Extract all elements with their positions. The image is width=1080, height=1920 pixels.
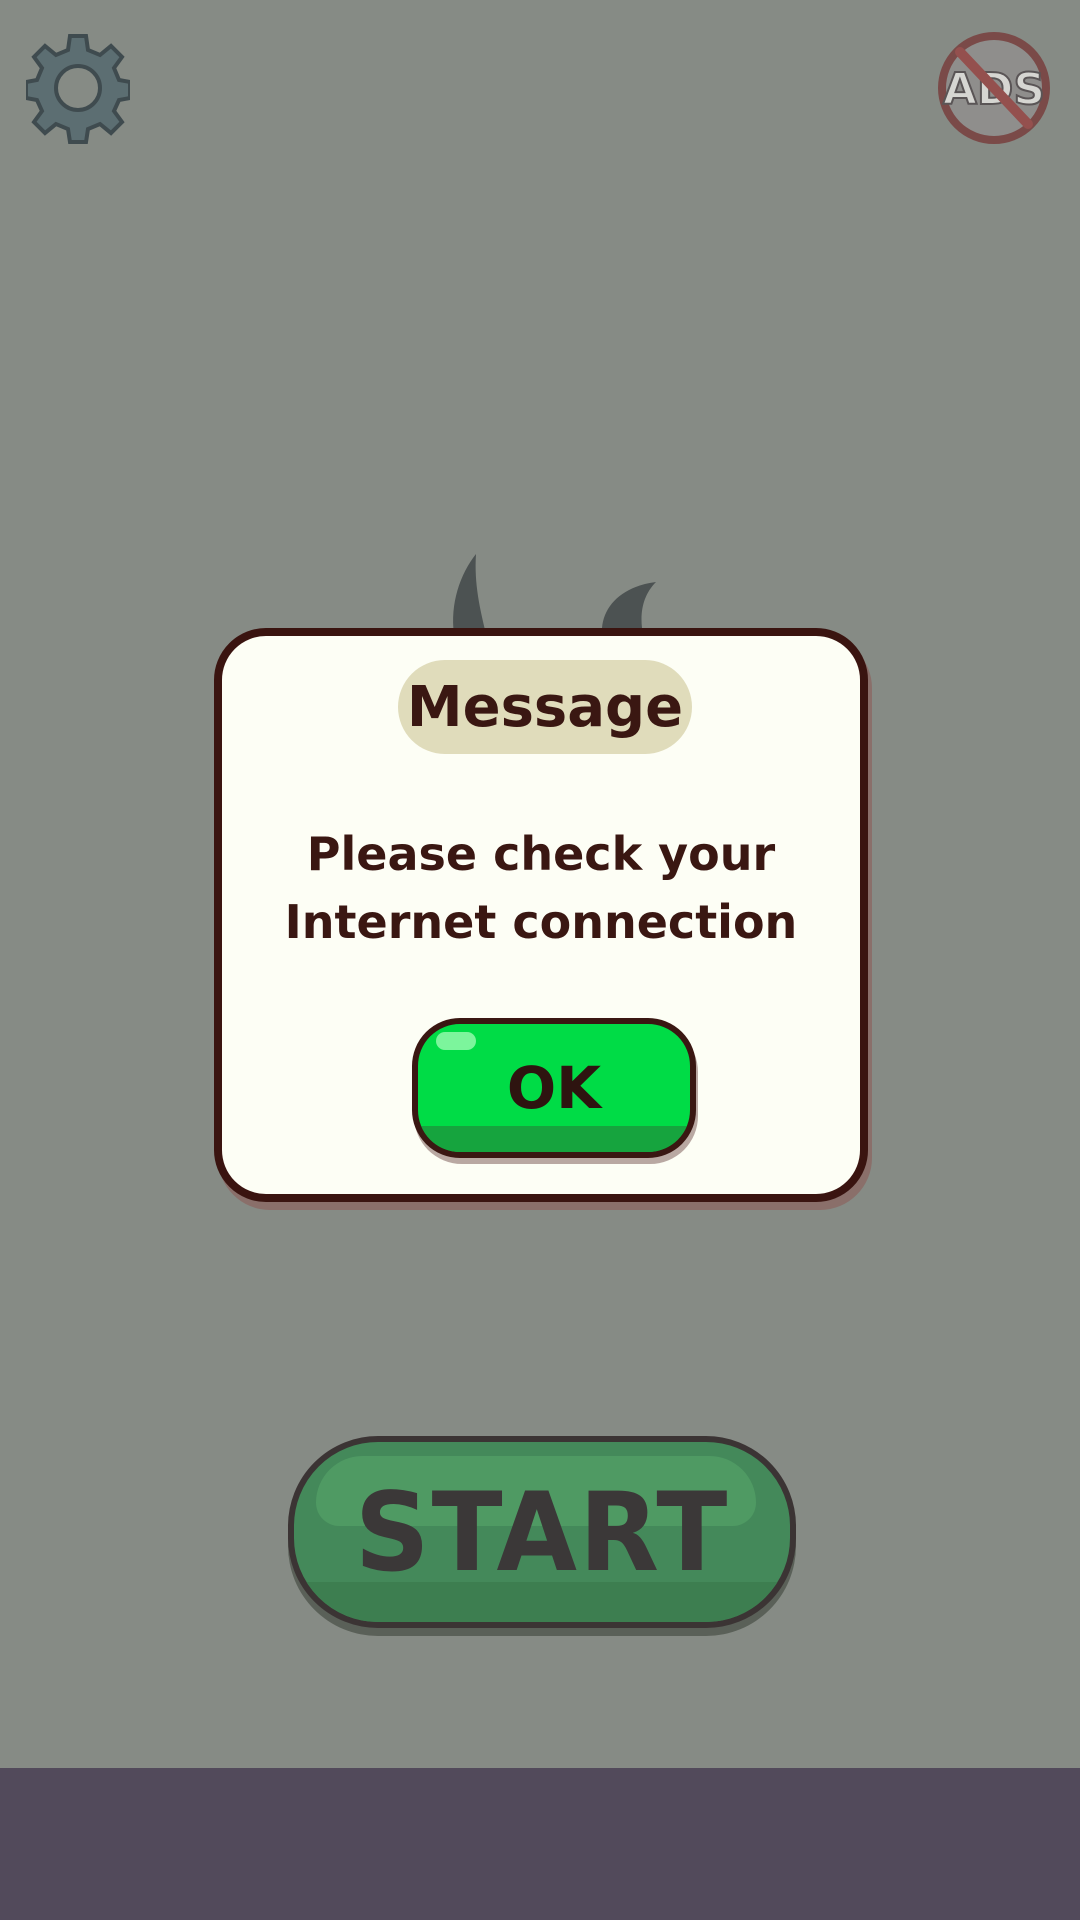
dialog-title-pill: Message: [398, 660, 692, 754]
ok-button-shine: [436, 1032, 476, 1050]
no-ads-button[interactable]: ADS: [936, 30, 1052, 146]
dino-horn-left: [453, 554, 486, 634]
dialog-message-line1: Please check your: [306, 827, 776, 881]
dino-horn-right: [602, 582, 656, 628]
start-button[interactable]: START: [288, 1436, 796, 1628]
start-label: START: [354, 1467, 730, 1597]
dialog-message-line2: Internet connection: [284, 895, 798, 949]
ok-button-base: [418, 1126, 690, 1152]
dialog-title: Message: [406, 674, 684, 740]
ok-button[interactable]: OK: [412, 1018, 696, 1158]
no-ads-icon: ADS: [938, 32, 1050, 144]
dialog-message: Please check your Internet connection: [222, 820, 860, 956]
settings-button[interactable]: [24, 30, 132, 146]
gear-icon: [24, 34, 132, 144]
message-dialog: Message Please check your Internet conne…: [214, 628, 868, 1202]
bottom-bar: [0, 1768, 1080, 1920]
ok-label: OK: [506, 1054, 602, 1122]
